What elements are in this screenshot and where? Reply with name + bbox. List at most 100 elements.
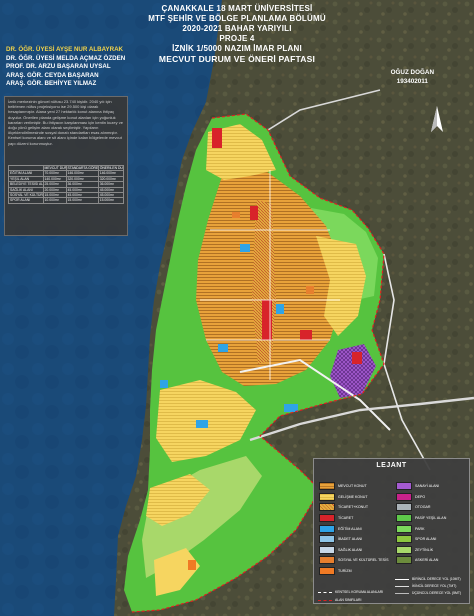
- table-header-cell: STANDARTA GÖRE OLMASI GEREKEN DURUM: [65, 164, 99, 172]
- table-cell: BELEDİYE TESİSİ ALANI: [8, 181, 44, 188]
- legend-swatch: [396, 503, 412, 512]
- legend-item: GELİŞME KONUT: [319, 492, 388, 503]
- legend-swatch: [319, 492, 335, 501]
- legend-swatch: [396, 524, 412, 533]
- legend-item: ASKERİ ALAN: [396, 555, 446, 566]
- legend-label: İBADET ALANI: [338, 537, 363, 542]
- legend-line-sample: [395, 585, 409, 587]
- legend-item: İBADET ALANI: [319, 534, 388, 545]
- legend-swatch: [319, 556, 335, 565]
- zone-education-4: [284, 404, 298, 412]
- zone-social-3: [188, 560, 196, 570]
- legend-label: İKİNCİL DERECE YOL (7MT): [412, 584, 457, 588]
- legend-swatch: [396, 535, 412, 544]
- table-cell: SOSYAL VE KÜLTÜREL TESİS ALANI: [8, 191, 44, 199]
- legend-label: PASİF YEŞİL ALAN: [415, 516, 447, 521]
- legend-item: SPOR ALANI: [396, 534, 446, 545]
- student-info: OĞUZ DOĞAN 193402011: [391, 69, 434, 86]
- zone-social-2: [306, 286, 314, 294]
- legend-line-item: KENTSEL KORUMA ALANLARI: [318, 588, 383, 596]
- advisor-name: ARAŞ. GÖR. BEHİYYE YILMAZ: [6, 80, 97, 88]
- legend-label: ALAN SINIRLARI: [335, 598, 362, 602]
- legend-column-left: MEVCUT KONUT GELİŞME KONUT TİCARET+KONUT Tİ…: [319, 481, 388, 576]
- legend-swatch: [319, 503, 335, 512]
- legend-line-sample: [318, 591, 332, 593]
- legend-label: ÜÇÜNCÜL DERECE YOL (5MT): [412, 591, 462, 595]
- north-arrow-icon: [431, 106, 443, 132]
- zone-education-3: [218, 344, 228, 352]
- legend-swatch: [319, 545, 335, 554]
- advisor-name: DR. ÖĞR. ÜYESİ AYŞE NUR ALBAYRAK: [6, 46, 124, 53]
- area-standards-table: MEVCUT DURUM STANDARTA GÖRE OLMASI GEREK…: [8, 164, 125, 204]
- advisor-list: DR. ÖĞR. ÜYESİ AYŞE NUR ALBAYRAK DR. ÖĞR…: [6, 46, 166, 89]
- advisor-name: PROF. DR. ARZU BAŞARAN UYSAL: [6, 63, 111, 71]
- legend-item: EĞİTİM ALANI: [319, 523, 388, 534]
- legend-label: SPOR ALANI: [415, 537, 437, 542]
- legend-line-sample: [395, 578, 409, 580]
- legend-label: MEVCUT KONUT: [338, 484, 367, 489]
- semester: 2020-2021 BAHAR YARIYILI: [182, 24, 292, 33]
- legend-item: SAĞLIK ALANI: [319, 545, 388, 556]
- advisor-name: DR. ÖĞR. ÜYESİ MELDA AÇMAZ ÖZDEN: [6, 54, 126, 62]
- table-cell: 15.000m²: [65, 197, 99, 204]
- legend-label: TİCARET: [338, 516, 354, 521]
- legend-swatch: [396, 514, 412, 523]
- zone-commercial-4: [300, 330, 312, 340]
- legend-label: ASKERİ ALAN: [415, 558, 439, 563]
- legend-item: OTOGAR: [396, 502, 446, 513]
- legend-swatch: [396, 492, 412, 501]
- project-number: PROJE 4: [219, 34, 255, 43]
- legend-item: SANAYİ ALANI: [396, 481, 446, 492]
- legend-item: PARK: [396, 523, 446, 534]
- legend-label: DEPO: [415, 494, 426, 499]
- zone-education-5: [196, 420, 208, 428]
- legend-item: PASİF YEŞİL ALAN: [396, 513, 446, 524]
- legend-label: GELİŞME KONUT: [338, 494, 368, 499]
- legend-item: SOSYAL VE KÜLTÜREL TESİS: [319, 555, 388, 566]
- student-number: 193402011: [396, 77, 428, 85]
- student-name: OĞUZ DOĞAN: [390, 69, 434, 76]
- legend-label: OTOGAR: [415, 505, 431, 510]
- legend-item: TİCARET+KONUT: [319, 502, 388, 513]
- legend-label: SAĞLIK ALANI: [338, 547, 363, 552]
- zone-education-1: [240, 244, 250, 252]
- legend-label: TİCARET+KONUT: [338, 505, 369, 510]
- info-panel: İznik merkezinin güncel nüfusu 23.740 ki…: [4, 96, 128, 236]
- zone-commercial-5: [352, 352, 362, 364]
- legend-line-sample: [318, 599, 332, 601]
- legend-label: PARK: [415, 526, 425, 531]
- legend-swatch: [319, 567, 335, 576]
- legend-item: ZEYTİNLİK: [396, 545, 446, 556]
- table-cell: SPOR ALANI: [8, 197, 44, 204]
- table-header-cell: MEVCUT DURUM: [42, 164, 67, 172]
- legend-swatch: [319, 524, 335, 533]
- legend-item: TURİZM: [319, 566, 388, 577]
- legend-title: LEJANT: [376, 462, 407, 469]
- zone-social-1: [232, 212, 240, 218]
- legend-label: SOSYAL VE KÜLTÜREL TESİS: [338, 558, 389, 563]
- legend-item: DEPO: [396, 492, 446, 503]
- legend-item: MEVCUT KONUT: [319, 481, 388, 492]
- legend-line-item: ÜÇÜNCÜL DERECE YOL (5MT): [395, 589, 461, 597]
- legend-label: KENTSEL KORUMA ALANLARI: [335, 590, 384, 594]
- legend-line-item: ALAN SINIRLARI: [318, 596, 361, 604]
- legend-column-right: SANAYİ ALANI DEPO OTOGAR PASİF YEŞİL ALAN PA…: [396, 481, 446, 566]
- info-paragraph: İznik merkezinin güncel nüfusu 23.740 ki…: [8, 99, 123, 146]
- legend-label: BİRİNCİL DERECE YOL (10MT): [412, 577, 461, 581]
- advisor-name: ARAŞ. GÖR. CEYDA BAŞARAN: [6, 71, 99, 79]
- department-name: MTF ŞEHİR VE BÖLGE PLANLAMA BÖLÜMÜ: [148, 14, 326, 23]
- table-row: SPOR ALANI 10.000m² 15.000m² 15.000m²: [8, 197, 125, 204]
- legend-swatch: [396, 556, 412, 565]
- legend-label: TURİZM: [338, 569, 352, 574]
- legend-swatch: [319, 482, 335, 491]
- legend-item: TİCARET: [319, 513, 388, 524]
- legend-swatch: [319, 514, 335, 523]
- legend-swatch: [396, 482, 412, 491]
- zone-commercial-1: [212, 128, 222, 148]
- zone-education-2: [276, 304, 284, 314]
- legend-line-sample: [395, 592, 409, 594]
- table-header-cell: ÖNERİLEN DURUM: [97, 164, 125, 172]
- legend-swatch: [319, 535, 335, 544]
- university-name: ÇANAKKALE 18 MART ÜNİVERSİTESİ: [161, 4, 313, 13]
- legend-swatch: [396, 545, 412, 554]
